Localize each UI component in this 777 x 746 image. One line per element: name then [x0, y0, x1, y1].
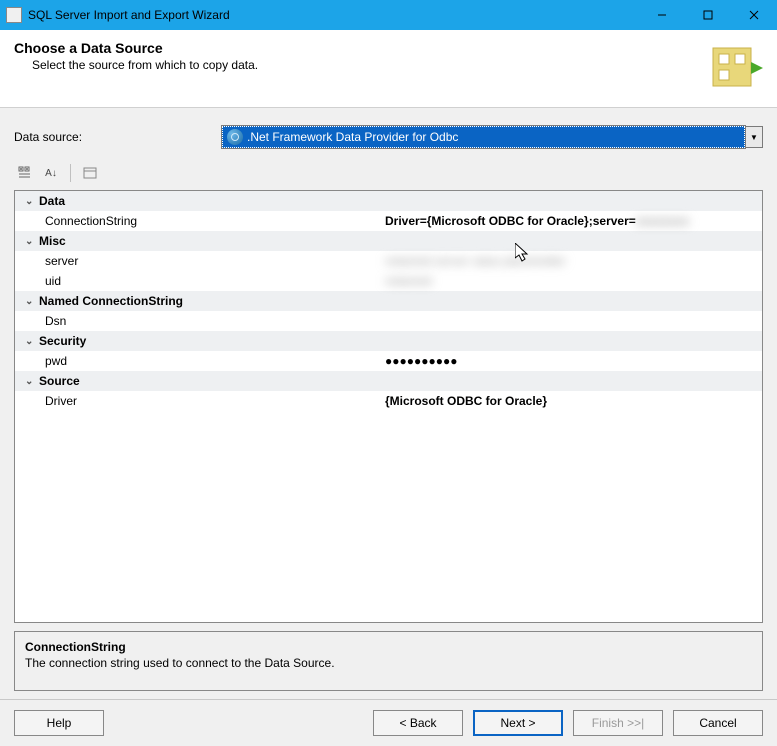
property-grid-rows[interactable]: ⌄DataConnectionStringDriver={Microsoft O…	[15, 191, 762, 411]
property-grid: ⌄DataConnectionStringDriver={Microsoft O…	[14, 190, 763, 623]
data-source-label: Data source:	[14, 130, 214, 144]
property-name: ConnectionString	[45, 214, 385, 228]
finish-button: Finish >>|	[573, 710, 663, 736]
property-row[interactable]: ConnectionStringDriver={Microsoft ODBC f…	[15, 211, 762, 231]
category-row[interactable]: ⌄Named ConnectionString	[15, 291, 762, 311]
property-pages-button[interactable]	[79, 162, 101, 184]
property-row[interactable]: serverredacted server value placeholder	[15, 251, 762, 271]
property-name: pwd	[45, 354, 385, 368]
globe-icon	[227, 129, 243, 145]
minimize-button[interactable]	[639, 0, 685, 30]
property-description-panel: ConnectionString The connection string u…	[14, 631, 763, 691]
category-row[interactable]: ⌄Security	[15, 331, 762, 351]
chevron-down-icon[interactable]: ⌄	[25, 196, 39, 207]
cancel-button[interactable]: Cancel	[673, 710, 763, 736]
next-button[interactable]: Next >	[473, 710, 563, 736]
property-value[interactable]: {Microsoft ODBC for Oracle}	[385, 394, 762, 408]
property-description-text: The connection string used to connect to…	[25, 656, 752, 670]
property-grid-toolbar: A↓	[0, 160, 777, 186]
toolbar-separator	[70, 164, 71, 182]
chevron-down-icon[interactable]: ⌄	[25, 376, 39, 387]
help-button[interactable]: Help	[14, 710, 104, 736]
property-name: Driver	[45, 394, 385, 408]
categorized-button[interactable]	[14, 162, 36, 184]
property-value[interactable]: redacted server value placeholder	[385, 254, 762, 268]
category-name: Data	[39, 194, 65, 208]
property-row[interactable]: uidredacted	[15, 271, 762, 291]
sort-az-icon: A↓	[45, 168, 57, 179]
page-title: Choose a Data Source	[14, 40, 763, 56]
window-controls	[639, 0, 777, 30]
property-pages-icon	[83, 166, 97, 180]
category-row[interactable]: ⌄Source	[15, 371, 762, 391]
chevron-down-icon[interactable]: ⌄	[25, 236, 39, 247]
wizard-header: Choose a Data Source Select the source f…	[0, 30, 777, 108]
wizard-footer: Help < Back Next > Finish >>| Cancel	[0, 699, 777, 746]
property-name: Dsn	[45, 314, 385, 328]
property-row[interactable]: pwd●●●●●●●●●●	[15, 351, 762, 371]
data-source-row: Data source: .Net Framework Data Provide…	[0, 108, 777, 160]
category-name: Security	[39, 334, 86, 348]
category-name: Misc	[39, 234, 66, 248]
property-value[interactable]: ●●●●●●●●●●	[385, 354, 762, 368]
page-subtitle: Select the source from which to copy dat…	[32, 58, 763, 72]
wizard-header-icon	[707, 40, 763, 96]
app-icon	[6, 7, 22, 23]
close-button[interactable]	[731, 0, 777, 30]
property-row[interactable]: Driver{Microsoft ODBC for Oracle}	[15, 391, 762, 411]
property-value[interactable]: Driver={Microsoft ODBC for Oracle};serve…	[385, 214, 762, 228]
property-name: uid	[45, 274, 385, 288]
category-name: Source	[39, 374, 80, 388]
chevron-down-icon[interactable]: ⌄	[25, 296, 39, 307]
chevron-down-icon: ▼	[750, 133, 758, 142]
category-row[interactable]: ⌄Data	[15, 191, 762, 211]
property-description-title: ConnectionString	[25, 640, 752, 654]
property-row[interactable]: Dsn	[15, 311, 762, 331]
alphabetical-button[interactable]: A↓	[40, 162, 62, 184]
window-title: SQL Server Import and Export Wizard	[28, 8, 639, 22]
category-row[interactable]: ⌄Misc	[15, 231, 762, 251]
titlebar: SQL Server Import and Export Wizard	[0, 0, 777, 30]
property-name: server	[45, 254, 385, 268]
maximize-button[interactable]	[685, 0, 731, 30]
property-value[interactable]: redacted	[385, 274, 762, 288]
data-source-selected: .Net Framework Data Provider for Odbc	[247, 130, 458, 144]
maximize-icon	[703, 10, 713, 20]
data-source-dropdown-button[interactable]: ▼	[745, 126, 763, 148]
close-icon	[749, 10, 759, 20]
minimize-icon	[657, 10, 667, 20]
data-source-select-wrap: .Net Framework Data Provider for Odbc ▼	[222, 126, 763, 148]
window-body: Choose a Data Source Select the source f…	[0, 30, 777, 746]
back-button[interactable]: < Back	[373, 710, 463, 736]
chevron-down-icon[interactable]: ⌄	[25, 336, 39, 347]
data-source-select[interactable]: .Net Framework Data Provider for Odbc	[222, 126, 745, 148]
category-name: Named ConnectionString	[39, 294, 183, 308]
categorized-icon	[18, 166, 32, 180]
